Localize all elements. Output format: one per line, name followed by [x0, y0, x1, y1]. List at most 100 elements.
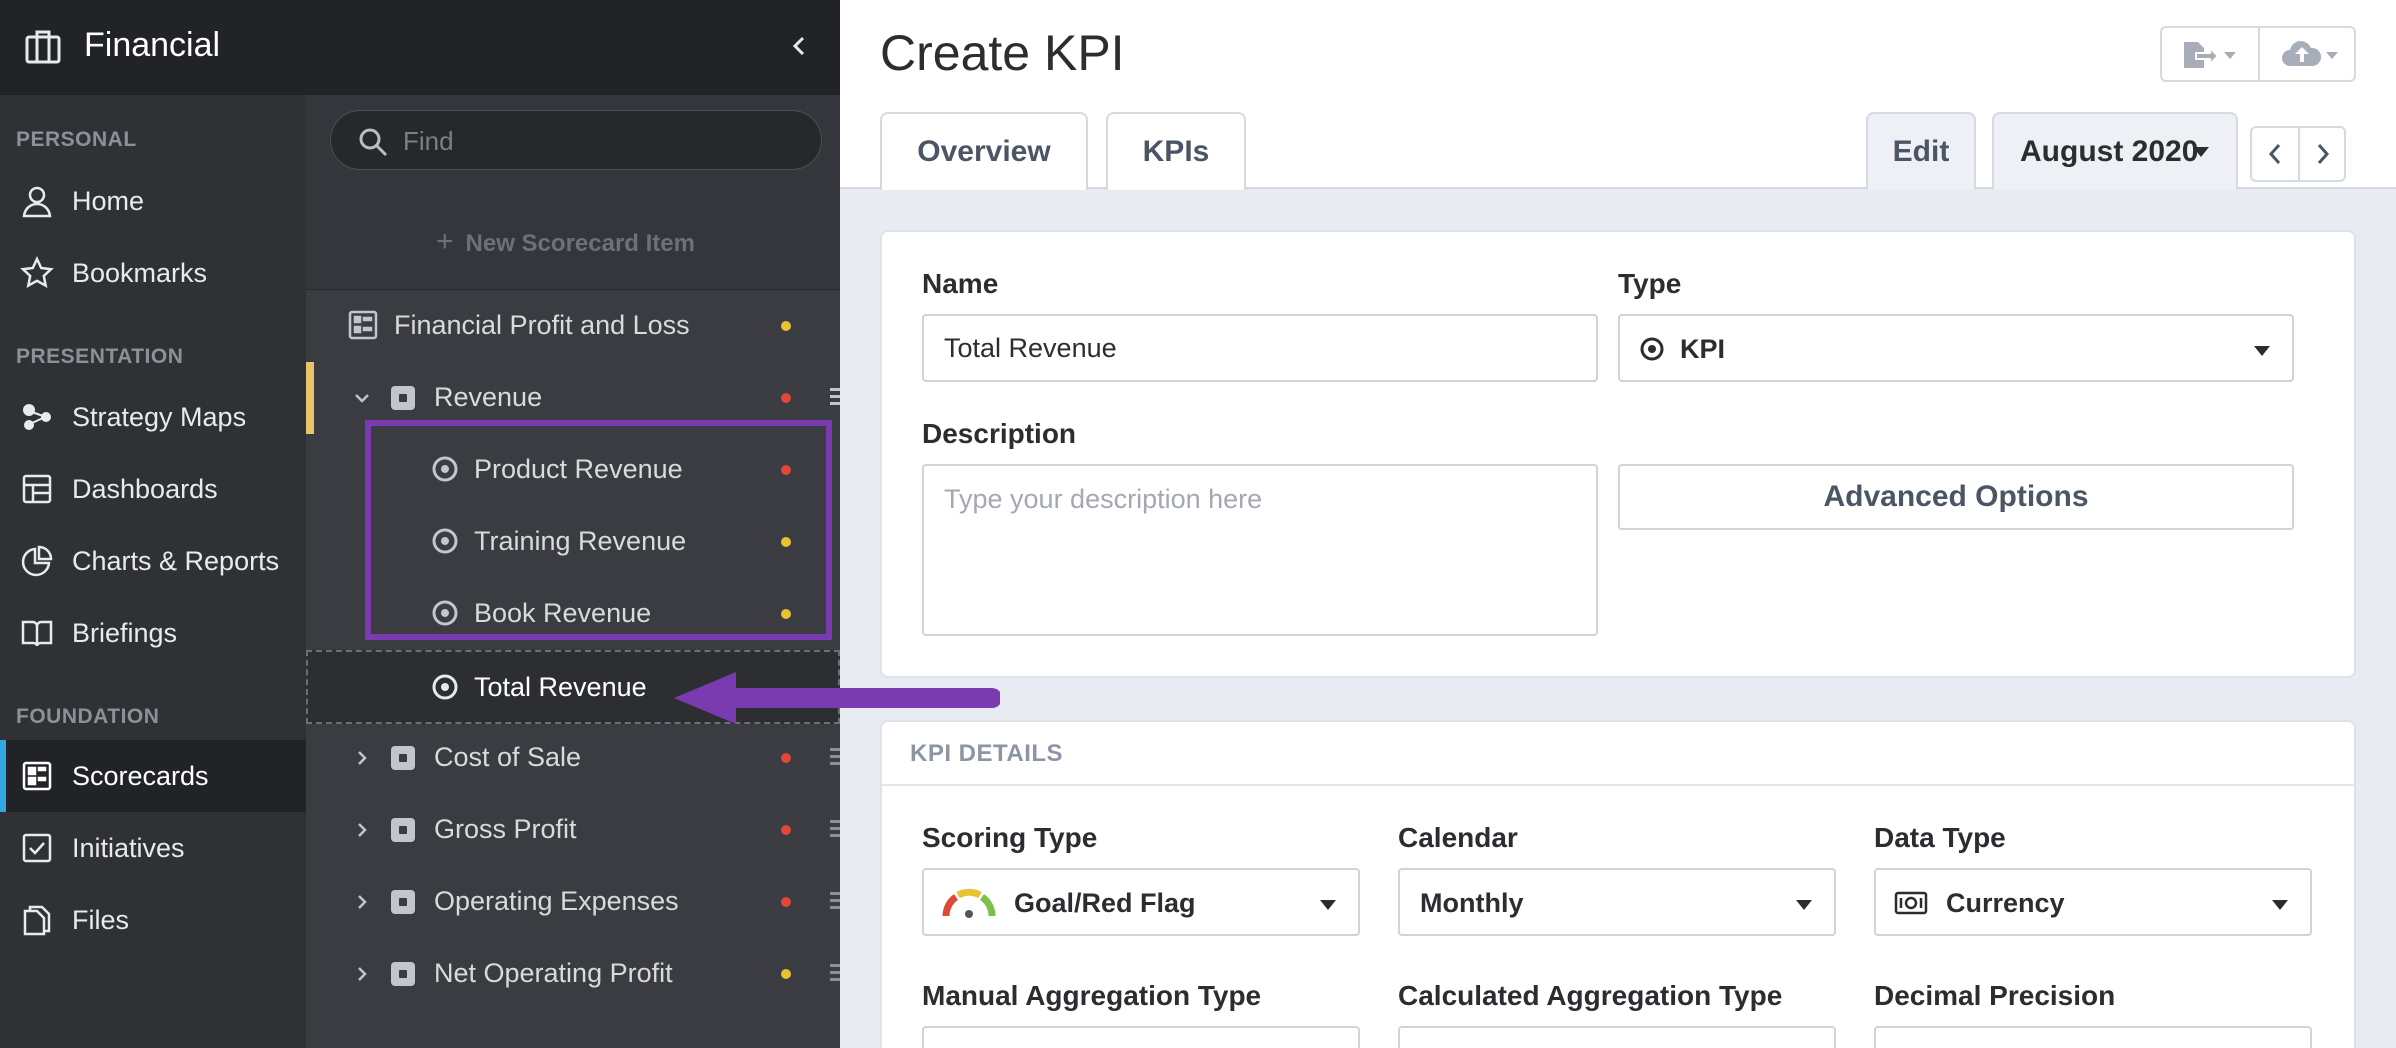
calculated-aggregation-label: Calculated Aggregation Type: [1398, 980, 1783, 1011]
tree-row[interactable]: Gross Profit: [306, 794, 844, 866]
app-title: Financial: [84, 26, 221, 64]
user-icon: [22, 186, 52, 218]
data-type-value: Currency: [1946, 888, 2065, 918]
annotation-arrow-icon: [674, 672, 1000, 724]
find-box[interactable]: [330, 110, 822, 170]
chevron-right-icon[interactable]: [352, 820, 372, 840]
section-personal: PERSONAL: [16, 128, 137, 151]
chevron-left-icon: [2268, 144, 2281, 164]
main-navigation: PERSONAL Home Bookmarks PRESENTATION Str…: [0, 0, 306, 1048]
scoring-type-select[interactable]: Goal/Red Flag: [922, 868, 1360, 936]
objective-icon: [391, 818, 415, 842]
status-dot: [781, 465, 791, 475]
tree-row[interactable]: Financial Profit and Loss: [306, 290, 840, 362]
scorecard-tree: + New Scorecard Item Financial Profit and…: [306, 95, 844, 1048]
nav-item-briefings[interactable]: Briefings: [0, 597, 306, 669]
nav-item-bookmarks[interactable]: Bookmarks: [0, 237, 306, 309]
tree-row[interactable]: Cost of Sale: [306, 722, 844, 794]
caret-down-icon: [2193, 147, 2209, 157]
kpi-icon: [432, 674, 458, 700]
tree-row[interactable]: Operating Expenses: [306, 866, 844, 938]
next-period-button[interactable]: [2297, 128, 2344, 180]
tree-row[interactable]: Product Revenue: [306, 434, 840, 506]
find-input[interactable]: [403, 123, 803, 159]
calendar-value: Monthly: [1420, 888, 1524, 918]
advanced-options-button[interactable]: Advanced Options: [1618, 464, 2294, 530]
objective-icon: [391, 746, 415, 770]
export-button[interactable]: [2162, 28, 2258, 80]
name-input[interactable]: [922, 314, 1598, 382]
calendar-label: Calendar: [1398, 822, 1518, 853]
section-foundation: FOUNDATION: [16, 705, 160, 728]
nav-item-files[interactable]: Files: [0, 884, 306, 956]
decimal-precision-select[interactable]: [1874, 1026, 2312, 1048]
caret-down-icon: [2272, 900, 2288, 910]
nav-label: Scorecards: [72, 760, 209, 791]
tree-row-label: Total Revenue: [474, 672, 647, 702]
calendar-select[interactable]: Monthly: [1398, 868, 1836, 936]
dashboard-icon: [22, 474, 52, 504]
calculated-aggregation-select[interactable]: [1398, 1026, 1836, 1048]
kpi-form-card: Name Type KPI Description Advanced Optio…: [880, 230, 2356, 678]
tab-edit[interactable]: Edit: [1866, 112, 1976, 190]
pie-chart-icon: [21, 545, 53, 577]
chevron-right-icon[interactable]: [352, 964, 372, 984]
new-scorecard-item-button[interactable]: + New Scorecard Item: [436, 225, 695, 259]
nav-label: Files: [72, 904, 130, 935]
period-selector[interactable]: August 2020: [1992, 112, 2238, 190]
tree-row[interactable]: Revenue: [306, 362, 844, 434]
objective-icon: [391, 962, 415, 986]
status-dot: [781, 609, 791, 619]
tree-row-label: Book Revenue: [474, 598, 652, 628]
nav-item-dashboards[interactable]: Dashboards: [0, 453, 306, 525]
nav-label: Charts & Reports: [72, 545, 280, 576]
tree-row-label: Gross Profit: [434, 814, 577, 844]
nav-item-initiatives[interactable]: Initiatives: [0, 812, 306, 884]
tab-overview[interactable]: Overview: [880, 112, 1088, 190]
export-icon: [2184, 42, 2236, 68]
nav-label: Strategy Maps: [72, 401, 247, 432]
search-icon: [359, 128, 388, 157]
app-header: Financial: [0, 0, 840, 95]
nav-item-scorecards[interactable]: Scorecards: [0, 740, 306, 812]
previous-period-button[interactable]: [2252, 128, 2298, 180]
tab-kpis[interactable]: KPIs: [1106, 112, 1246, 190]
kpi-details-card: KPI DETAILS Scoring Type Goal/Red Flag C…: [880, 720, 2356, 1048]
strategy-map-icon: [23, 404, 51, 430]
kpi-icon: [432, 528, 458, 554]
tree-row-label: Net Operating Profit: [434, 958, 673, 988]
chevron-down-icon[interactable]: [352, 388, 372, 408]
kpi-details-title: KPI DETAILS: [910, 740, 1064, 767]
cloud-upload-button[interactable]: [2257, 28, 2354, 80]
data-type-select[interactable]: Currency: [1874, 868, 2312, 936]
nav-item-home[interactable]: Home: [0, 165, 306, 237]
nav-item-strategy-maps[interactable]: Strategy Maps: [0, 381, 306, 453]
status-dot: [781, 537, 791, 547]
description-label: Description: [922, 418, 1077, 449]
tree-header: + New Scorecard Item: [306, 95, 840, 290]
page-title: Create KPI: [880, 25, 1125, 81]
chevron-right-icon: [2317, 144, 2329, 164]
star-icon: [20, 256, 54, 288]
scoring-type-label: Scoring Type: [922, 822, 1098, 853]
status-dot: [781, 393, 791, 403]
section-presentation: PRESENTATION: [16, 345, 184, 368]
status-dot: [781, 969, 791, 979]
tree-row[interactable]: Book Revenue: [306, 578, 840, 650]
briefcase-icon: [25, 30, 61, 64]
manual-aggregation-label: Manual Aggregation Type: [922, 980, 1262, 1011]
chevron-right-icon[interactable]: [352, 892, 372, 912]
name-label: Name: [922, 268, 999, 299]
caret-down-icon: [2254, 346, 2270, 356]
chevron-right-icon[interactable]: [352, 748, 372, 768]
files-icon: [23, 905, 51, 936]
manual-aggregation-select[interactable]: [922, 1026, 1360, 1048]
status-dot: [781, 825, 791, 835]
nav-item-charts-reports[interactable]: Charts & Reports: [0, 525, 306, 597]
collapse-chevron-icon[interactable]: [785, 28, 815, 64]
description-input[interactable]: [922, 464, 1598, 636]
kpi-icon: [432, 456, 458, 482]
tree-row[interactable]: Training Revenue: [306, 506, 840, 578]
tree-row[interactable]: Net Operating Profit: [306, 938, 844, 1010]
type-select[interactable]: KPI: [1618, 314, 2294, 382]
